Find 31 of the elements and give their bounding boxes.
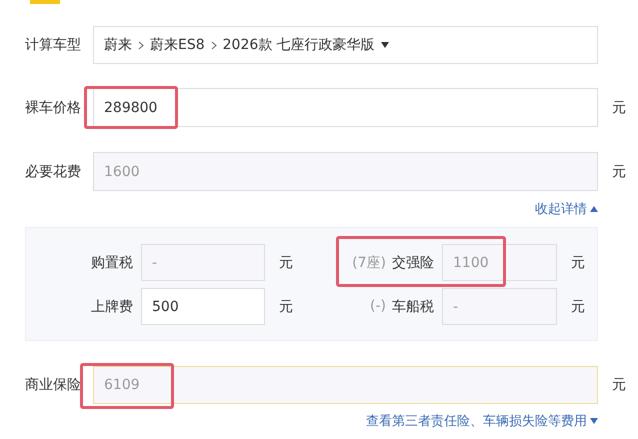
caret-up-icon [590, 206, 598, 212]
chevron-right-icon [138, 40, 144, 50]
unit-label: 元 [570, 298, 585, 316]
unit-label: 元 [611, 162, 627, 180]
field-label: 商业保险 [25, 376, 82, 394]
field-label: 上牌费 [91, 298, 133, 316]
model-path-label: 蔚来ES8 [150, 36, 205, 54]
field-label: 车船税 [392, 298, 434, 316]
active-tab-indicator [30, 0, 60, 4]
unit-label: 元 [611, 98, 627, 116]
view-insurance-costs-link[interactable]: 查看第三者责任险、车辆损失险等费用 [366, 412, 598, 430]
model-select[interactable]: 蔚来 蔚来ES8 2026款 七座行政豪华版 [93, 26, 598, 64]
field-label: 裸车价格 [25, 98, 82, 116]
field-label: 购置税 [91, 254, 133, 272]
field-label: 必要花费 [25, 162, 82, 180]
unit-label: 元 [278, 298, 293, 316]
unit-label: 元 [278, 254, 293, 272]
field-label: 交强险 [392, 254, 434, 272]
chevron-right-icon [210, 40, 217, 50]
collapse-details-link[interactable]: 收起详情 [535, 200, 598, 218]
unit-label: 元 [611, 376, 627, 394]
caret-down-icon [380, 42, 389, 48]
input-field[interactable]: 500 [141, 288, 265, 325]
input-field[interactable]: 289800 [93, 88, 598, 127]
model-path-label: 2026款 七座行政豪华版 [222, 36, 375, 54]
seat-note: (7座) [352, 254, 386, 272]
seat-note: (-) [370, 298, 386, 316]
unit-label: 元 [570, 254, 585, 272]
caret-down-icon [590, 418, 598, 424]
field-label: 计算车型 [25, 36, 82, 54]
model-path-label: 蔚来 [104, 36, 132, 54]
